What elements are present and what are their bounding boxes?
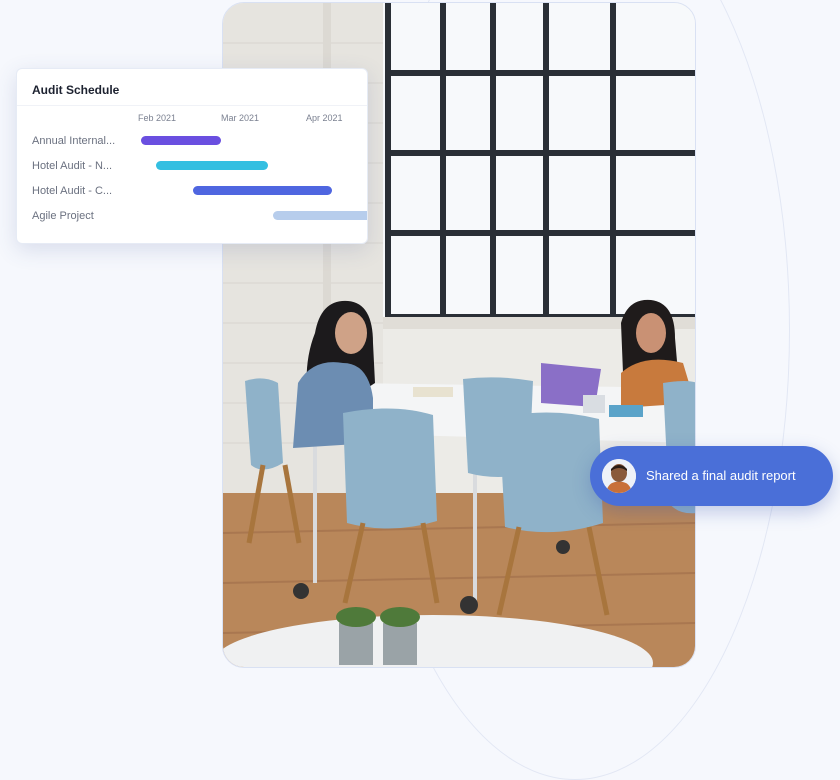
gantt-bar-hotel-audit-n[interactable] [156,161,268,170]
gantt-month-label: Feb 2021 [138,113,177,123]
gantt-row-label: Annual Internal... [32,135,116,147]
gantt-bar-hotel-audit-c[interactable] [193,186,332,195]
activity-notification[interactable]: Shared a final audit report [590,446,833,506]
audit-schedule-title: Audit Schedule [32,83,120,97]
gantt-bar-agile-project[interactable] [273,211,367,220]
gantt-month-label: Apr 2021 [306,113,343,123]
gantt-row-label: Hotel Audit - N... [32,160,113,172]
gantt-month-label: Mar 2021 [221,113,260,123]
notification-text: Shared a final audit report [646,468,796,483]
gantt-row-label: Hotel Audit - C... [32,185,113,197]
avatar [602,459,636,493]
audit-schedule-card[interactable]: Audit Schedule Feb 2021 Mar 2021 Apr 202… [16,68,368,244]
gantt-bar-annual-internal[interactable] [141,136,221,145]
gantt-row-label: Agile Project [32,210,94,222]
gantt-header-divider [17,105,367,106]
